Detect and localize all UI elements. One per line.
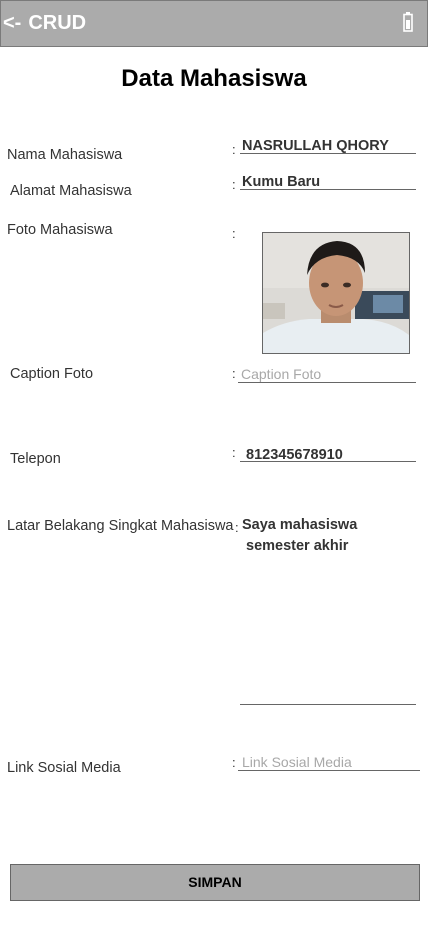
form-page: <- CRUD Data Mahasiswa Nama Mahasiswa : N… [0, 0, 428, 926]
alamat-field[interactable]: Kumu Baru [240, 171, 416, 190]
alamat-value: Kumu Baru [242, 174, 321, 190]
foto-label: Foto Mahasiswa [7, 222, 113, 238]
nama-label: Nama Mahasiswa [7, 147, 123, 163]
caption-colon: : [232, 366, 236, 381]
latar-textarea[interactable] [240, 515, 416, 705]
nama-field[interactable]: NASRULLAH QHORY [240, 135, 416, 154]
app-bar: <- CRUD [0, 0, 428, 47]
caption-input[interactable] [238, 365, 419, 383]
foto-colon: : [232, 226, 236, 241]
link-input[interactable] [238, 753, 424, 771]
latar-label: Latar Belakang Singkat Mahasiswa [7, 518, 234, 534]
photo-image [263, 233, 409, 353]
link-colon: : [232, 755, 236, 770]
link-field[interactable] [238, 752, 424, 771]
back-arrow-icon: <- [3, 12, 22, 34]
battery-icon [403, 12, 413, 32]
nama-colon: : [232, 142, 236, 157]
caption-label: Caption Foto [10, 366, 94, 382]
caption-field[interactable] [238, 364, 419, 383]
page-title: Data Mahasiswa [121, 65, 307, 92]
alamat-label: Alamat Mahasiswa [10, 183, 132, 199]
latar-colon: : [235, 520, 239, 535]
back-button[interactable]: <- CRUD [3, 11, 86, 35]
student-photo[interactable] [262, 232, 410, 354]
link-label: Link Sosial Media [7, 760, 121, 776]
alamat-colon: : [232, 177, 236, 192]
save-button[interactable]: SIMPAN [10, 864, 420, 901]
telepon-field[interactable]: 812345678910 [240, 444, 416, 463]
telepon-value: 812345678910 [246, 447, 343, 463]
telepon-colon: : [232, 445, 236, 460]
nama-value: NASRULLAH QHORY [242, 138, 389, 154]
app-title: CRUD [28, 12, 87, 34]
telepon-label: Telepon [10, 451, 61, 467]
